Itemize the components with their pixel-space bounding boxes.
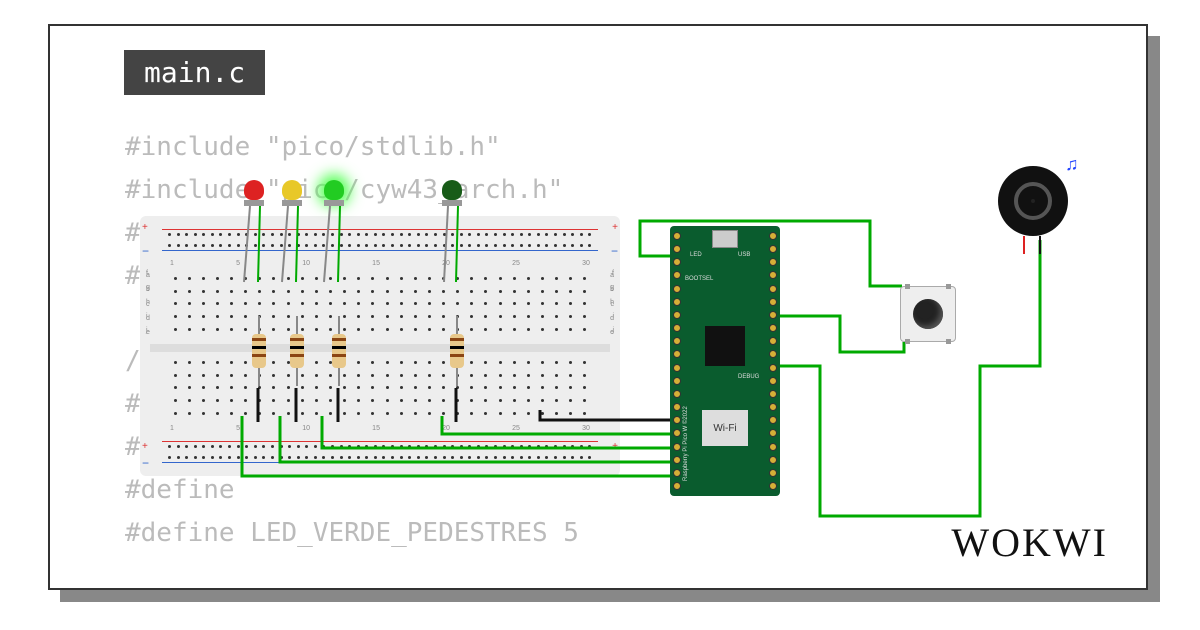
wires (140, 166, 1070, 546)
buzzer[interactable] (998, 166, 1068, 236)
push-button[interactable] (900, 286, 956, 342)
project-card: main.c #include "pico/stdlib.h" #include… (48, 24, 1148, 590)
rp2040-chip-icon (705, 326, 745, 366)
pico-board[interactable]: LED USB BOOTSEL DEBUG Wi-Fi Raspberry Pi… (670, 226, 780, 496)
bootsel-label: BOOTSEL (685, 276, 713, 282)
button-cap-icon (913, 299, 943, 329)
led-label: LED (690, 252, 702, 258)
pin-header-right (769, 232, 777, 490)
usb-connector-icon (712, 230, 738, 248)
usb-label: USB (738, 252, 750, 258)
debug-label: DEBUG (738, 374, 759, 380)
wokwi-logo: WOKWI (951, 519, 1108, 566)
music-note-icon: ♫ (1065, 154, 1079, 175)
pin-header-left (673, 232, 681, 490)
wifi-module: Wi-Fi (702, 410, 748, 446)
filename-tab: main.c (124, 50, 265, 95)
board-name: Raspberry Pi Pico W ©2022 (683, 406, 689, 481)
circuit-diagram[interactable]: + − + − + − + − 151015202530 151015202 (140, 166, 1070, 546)
